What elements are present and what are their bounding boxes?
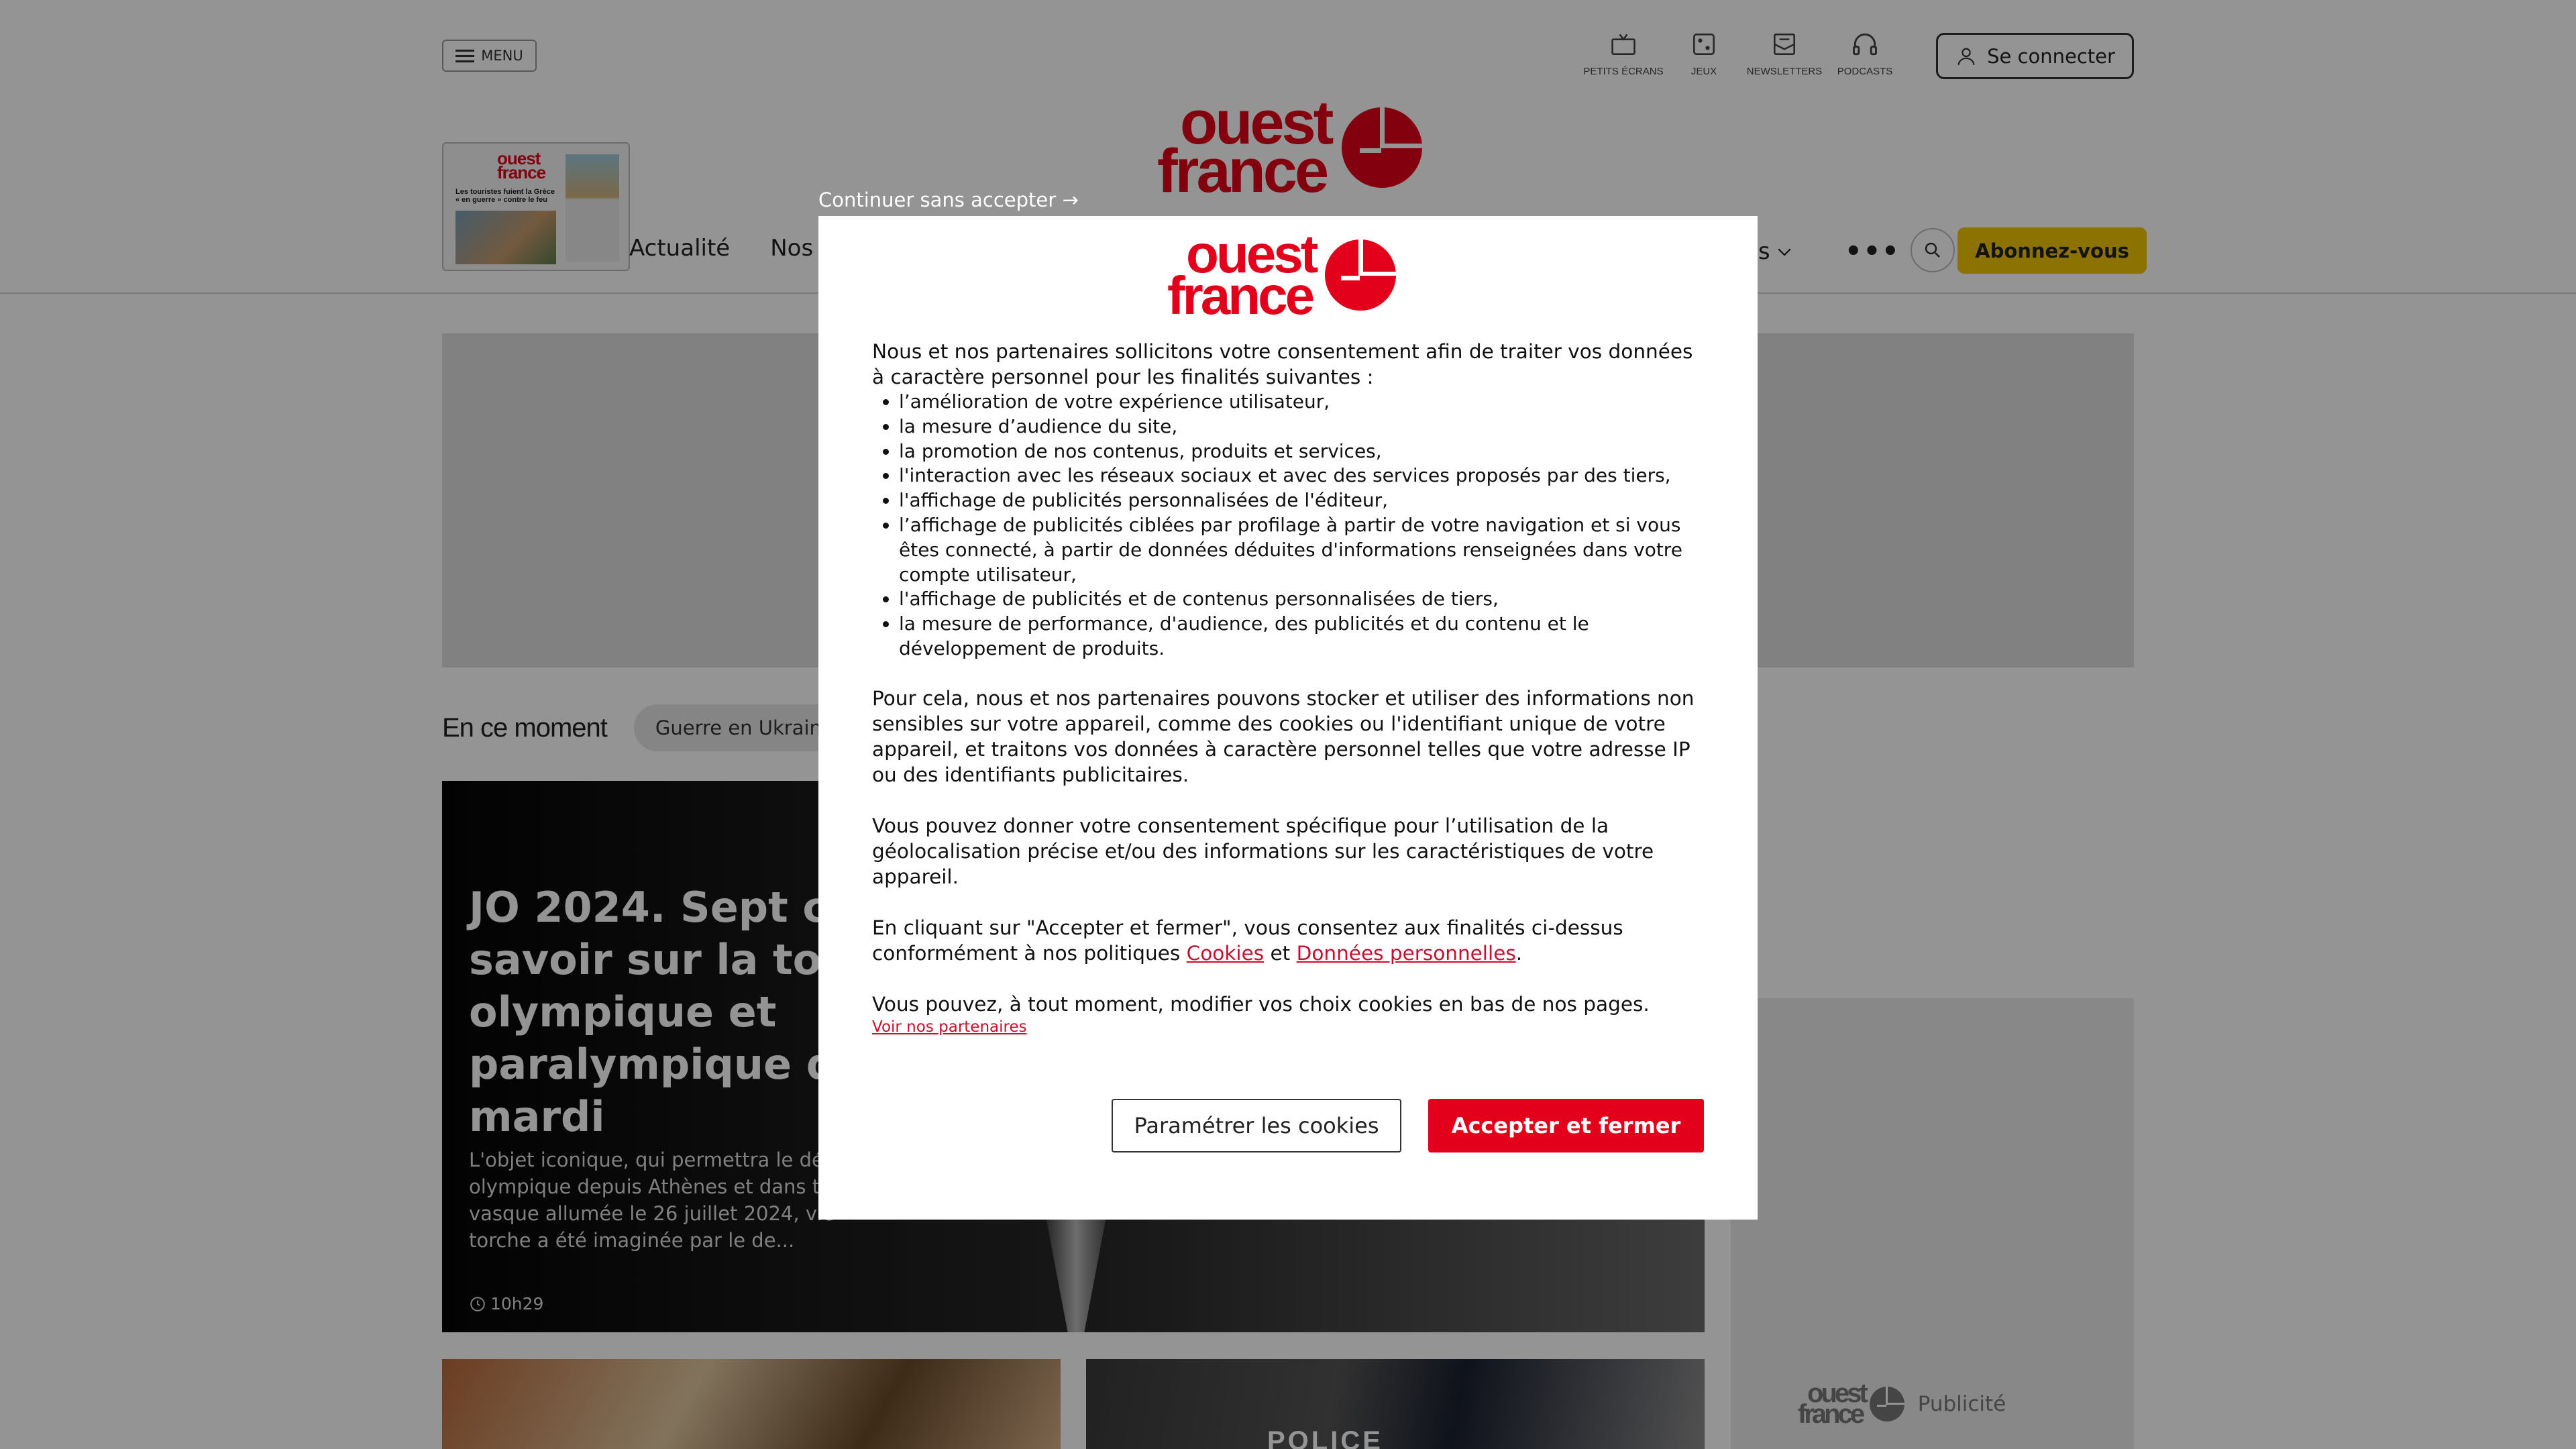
accept-text-mid: et <box>1270 941 1291 965</box>
consent-modify-paragraph: Vous pouvez, à tout moment, modifier vos… <box>872 992 1650 1016</box>
consent-intro: Nous et nos partenaires sollicitons votr… <box>872 340 1693 388</box>
consent-geo-paragraph: Vous pouvez donner votre consentement sp… <box>872 814 1654 888</box>
consent-purposes-list: l’amélioration de votre expérience utili… <box>899 390 1704 661</box>
cookies-link[interactable]: Cookies <box>1187 942 1265 965</box>
purpose-item: l'affichage de publicités personnalisées… <box>899 488 1704 513</box>
purpose-item: l'affichage de publicités et de contenus… <box>899 587 1704 612</box>
purpose-item: l’affichage de publicités ciblées par pr… <box>899 513 1704 587</box>
purpose-item: l'interaction avec les réseaux sociaux e… <box>899 464 1704 488</box>
consent-logo-emblem <box>1325 239 1397 311</box>
accept-and-close-button[interactable]: Accepter et fermer <box>1428 1099 1704 1152</box>
consent-modal: ouest france Nous et nos partenaires sol… <box>818 216 1758 1220</box>
purpose-item: la promotion de nos contenus, produits e… <box>899 439 1704 464</box>
purpose-item: la mesure d’audience du site, <box>899 415 1704 439</box>
cookie-settings-button[interactable]: Paramétrer les cookies <box>1112 1099 1401 1152</box>
continue-without-accepting-link[interactable]: Continuer sans accepter → <box>818 189 1079 211</box>
partners-link[interactable]: Voir nos partenaires <box>872 1017 1704 1037</box>
consent-storage-paragraph: Pour cela, nous et nos partenaires pouvo… <box>872 686 1695 786</box>
accept-text-after: . <box>1515 941 1523 965</box>
purpose-item: la mesure de performance, d'audience, de… <box>899 612 1704 661</box>
purpose-item: l’amélioration de votre expérience utili… <box>899 390 1704 415</box>
consent-accept-paragraph: En cliquant sur "Accepter et fermer", vo… <box>872 915 1704 966</box>
consent-text: Nous et nos partenaires sollicitons votr… <box>872 339 1704 1037</box>
consent-logo: ouest france <box>1167 227 1397 326</box>
personal-data-link[interactable]: Données personnelles <box>1297 942 1516 965</box>
consent-logo-line2: france <box>1167 266 1315 326</box>
